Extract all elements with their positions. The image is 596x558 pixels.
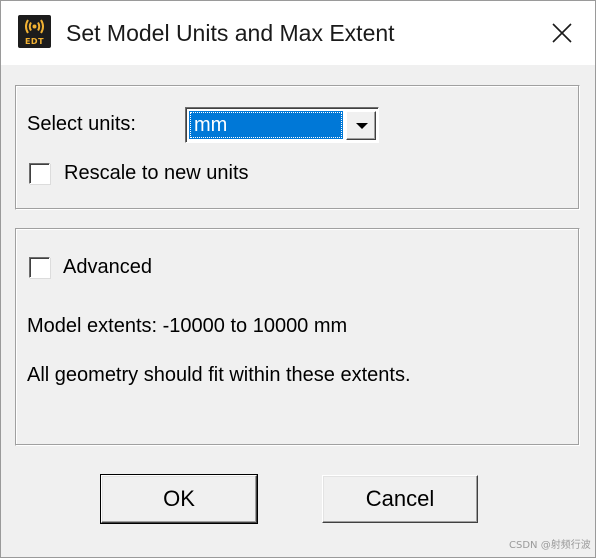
rescale-checkbox[interactable] <box>29 163 50 184</box>
wave-icon <box>25 19 44 34</box>
close-button[interactable] <box>537 9 587 57</box>
edt-app-icon: EDT <box>18 15 51 48</box>
units-select[interactable]: mm <box>185 107 379 143</box>
advanced-label[interactable]: Advanced <box>63 255 152 279</box>
window-title: Set Model Units and Max Extent <box>66 20 395 46</box>
app-icon-label: EDT <box>24 37 45 46</box>
units-select-value[interactable]: mm <box>189 111 343 139</box>
cancel-button[interactable]: Cancel <box>322 475 478 523</box>
rescale-label[interactable]: Rescale to new units <box>64 161 249 185</box>
units-dropdown-button[interactable] <box>346 111 376 140</box>
chevron-down-icon <box>356 123 368 129</box>
geometry-note-text: All geometry should fit within these ext… <box>27 364 411 386</box>
title-bar[interactable]: EDT Set Model Units and Max Extent <box>1 1 595 65</box>
units-group <box>15 85 580 210</box>
select-units-label: Select units: <box>27 113 136 135</box>
watermark-text: CSDN @射频行波 <box>509 540 591 551</box>
model-extents-text: Model extents: -10000 to 10000 mm <box>27 315 348 337</box>
advanced-checkbox[interactable] <box>29 257 50 278</box>
dialog-window: EDT Set Model Units and Max Extent Selec… <box>0 0 596 558</box>
ok-button[interactable]: OK <box>100 474 258 524</box>
close-icon <box>552 23 572 43</box>
